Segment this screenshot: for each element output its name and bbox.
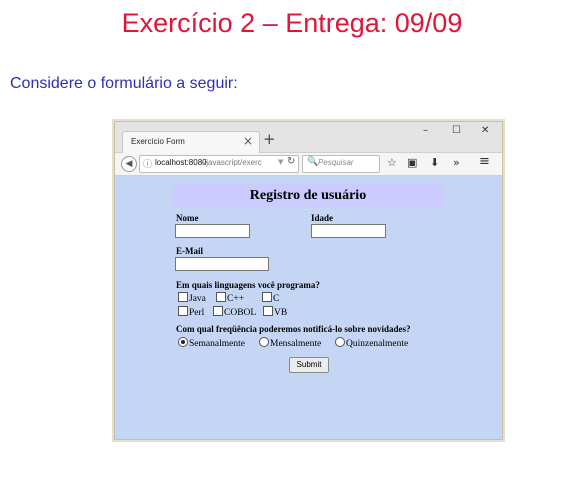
radio-quinzenalmente[interactable]: Quinzenalmente — [335, 337, 408, 350]
page-content: Registro de usuário Nome Idade E-Mail Em… — [115, 176, 502, 439]
search-placeholder: Pesquisar — [318, 158, 354, 167]
nome-input[interactable] — [175, 224, 250, 238]
clipboard-icon[interactable]: ▣ — [407, 156, 417, 169]
checkbox-perl-box[interactable] — [178, 306, 188, 316]
url-path: /javascript/exerc — [204, 158, 262, 167]
overflow-chevron-icon[interactable]: » — [453, 156, 460, 169]
minimize-icon[interactable]: – — [423, 125, 428, 136]
maximize-icon[interactable]: ☐ — [452, 125, 461, 136]
submit-button[interactable]: Submit — [289, 357, 329, 373]
tab-title: Exercício Form — [131, 137, 185, 146]
hamburger-menu-icon[interactable]: ≡ — [479, 154, 490, 169]
search-icon: 🔍 — [307, 157, 319, 167]
form-header: Registro de usuário — [173, 184, 443, 207]
radio-mensalmente-label: Mensalmente — [270, 339, 322, 349]
browser-window: Exercício Form × + – ☐ ✕ ◀ ⓘ localhost:8… — [114, 121, 503, 440]
checkbox-perl[interactable]: Perl — [178, 306, 204, 319]
url-host: localhost:8080 — [155, 158, 207, 167]
checkbox-cobol[interactable]: COBOL — [213, 306, 256, 319]
checkbox-cpp[interactable]: C++ — [216, 292, 244, 305]
checkbox-java[interactable]: Java — [178, 292, 206, 305]
bookmark-star-icon[interactable]: ☆ — [387, 156, 397, 169]
checkbox-cobol-label: COBOL — [224, 308, 257, 318]
tab-bar: Exercício Form × + – ☐ ✕ — [115, 122, 502, 153]
email-input[interactable] — [175, 257, 269, 271]
radio-semanalmente-label: Semanalmente — [189, 339, 245, 349]
radio-quinzenalmente-label: Quinzenalmente — [346, 339, 409, 349]
checkbox-java-label: Java — [189, 294, 206, 304]
radio-quinzenalmente-dot[interactable] — [335, 337, 345, 347]
back-arrow-icon[interactable]: ◀ — [121, 156, 137, 172]
email-label: E-Mail — [176, 246, 203, 256]
search-input[interactable]: 🔍 Pesquisar — [302, 155, 380, 173]
tab-exercicio-form[interactable]: Exercício Form × — [122, 131, 260, 153]
checkbox-vb-box[interactable] — [263, 306, 273, 316]
idade-label: Idade — [311, 213, 334, 223]
checkbox-c[interactable]: C — [262, 292, 279, 305]
url-dropdown-icon[interactable]: ▼ — [278, 158, 283, 166]
new-tab-icon[interactable]: + — [263, 132, 276, 147]
frequency-question: Com qual freqüência poderemos notificá-l… — [176, 324, 411, 334]
checkbox-c-box[interactable] — [262, 292, 272, 302]
checkbox-c-label: C — [273, 294, 280, 304]
site-info-icon[interactable]: ⓘ — [143, 157, 152, 170]
languages-question: Em quais linguagens você programa? — [176, 280, 320, 290]
checkbox-cpp-label: C++ — [227, 294, 245, 304]
checkbox-perl-label: Perl — [189, 308, 205, 318]
radio-mensalmente[interactable]: Mensalmente — [259, 337, 321, 350]
reload-icon[interactable]: ↻ — [287, 156, 295, 167]
checkbox-java-box[interactable] — [178, 292, 188, 302]
close-tab-icon[interactable]: × — [243, 134, 253, 148]
checkbox-cpp-box[interactable] — [216, 292, 226, 302]
url-bar[interactable]: ⓘ localhost:8080 /javascript/exerc ▼ ↻ — [139, 155, 299, 173]
radio-mensalmente-dot[interactable] — [259, 337, 269, 347]
nav-bar: ◀ ⓘ localhost:8080 /javascript/exerc ▼ ↻… — [115, 153, 502, 176]
nome-label: Nome — [176, 213, 199, 223]
checkbox-vb[interactable]: VB — [263, 306, 287, 319]
slide-title: Exercício 2 – Entrega: 09/09 — [121, 8, 463, 38]
download-icon[interactable]: ⬇ — [430, 156, 439, 169]
checkbox-vb-label: VB — [274, 308, 288, 318]
radio-semanalmente-dot[interactable] — [178, 337, 188, 347]
checkbox-cobol-box[interactable] — [213, 306, 223, 316]
close-window-icon[interactable]: ✕ — [481, 125, 489, 136]
slide-intro: Considere o formulário a seguir: — [10, 75, 238, 92]
idade-input[interactable] — [311, 224, 386, 238]
radio-semanalmente[interactable]: Semanalmente — [178, 337, 245, 350]
